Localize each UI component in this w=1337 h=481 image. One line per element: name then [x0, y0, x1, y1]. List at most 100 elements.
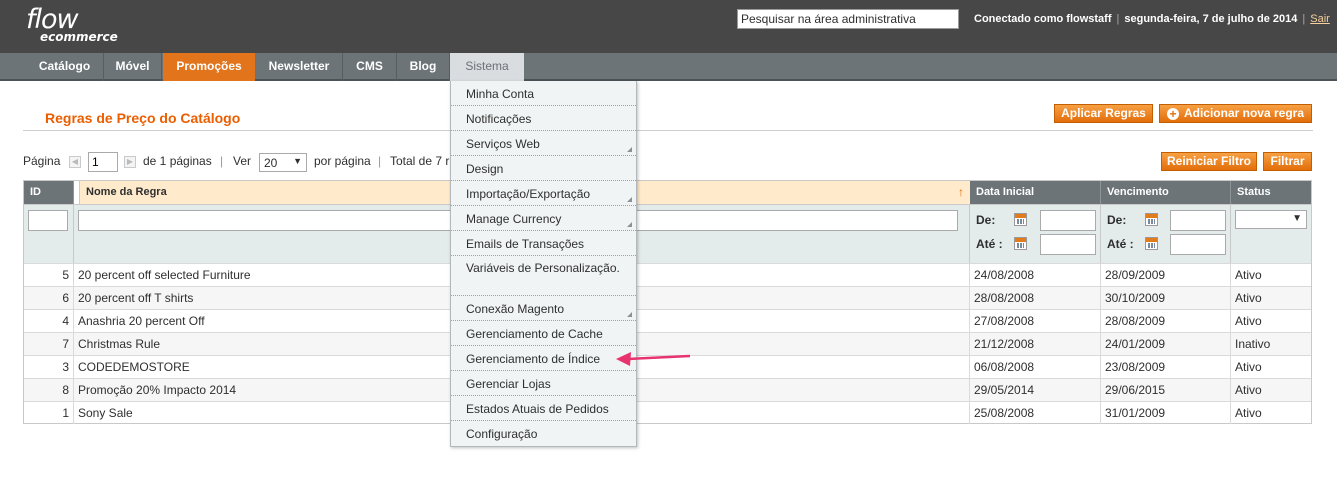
filter-cell-id [24, 204, 74, 263]
table-row[interactable]: 8 Promoção 20% Impacto 2014 29/05/2014 2… [24, 378, 1311, 401]
menu-item-emails-transacoes[interactable]: Emails de Transações [451, 231, 636, 256]
rules-grid: ID Nome da Regra ↑ Data Inicial Vencimen… [23, 180, 1312, 424]
cell-start: 28/08/2008 [970, 287, 1101, 309]
menu-item-gerenciar-lojas[interactable]: Gerenciar Lojas [451, 371, 636, 396]
per-page-select[interactable]: 20 ▼ [259, 153, 307, 172]
menu-item-label: Manage Currency [466, 212, 562, 226]
nav-item-movel[interactable]: Móvel [104, 53, 162, 81]
cell-status: Ativo [1235, 268, 1262, 282]
add-rule-button[interactable]: + Adicionar nova regra [1159, 104, 1312, 123]
menu-item-design[interactable]: Design [451, 156, 636, 181]
cell-status: Ativo [1235, 291, 1262, 305]
nav-item-sistema[interactable]: Sistema [450, 53, 524, 81]
global-search-input[interactable] [737, 9, 959, 29]
cell-status: Ativo [1235, 383, 1262, 397]
col-header-end-date[interactable]: Vencimento [1101, 181, 1231, 204]
current-date: segunda-feira, 7 de julho de 2014 [1124, 13, 1298, 25]
table-row[interactable]: 4 Anashria 20 percent Off 27/08/2008 28/… [24, 309, 1311, 332]
menu-item-index-management[interactable]: Gerenciamento de Índice [451, 346, 636, 371]
menu-item-servicos-web[interactable]: Serviços Web [451, 131, 636, 156]
menu-item-label: Gerenciamento de Índice [466, 352, 601, 366]
nav-item-newsletter[interactable]: Newsletter [256, 53, 343, 81]
header-info: Conectado como flowstaff | segunda-feira, … [974, 13, 1330, 25]
cell-end: 30/10/2009 [1101, 287, 1231, 309]
pager-separator: | [378, 154, 382, 168]
cell-id: 6 [24, 287, 74, 309]
logo-sub: ecommerce [40, 30, 118, 44]
submenu-arrow-icon [627, 222, 632, 227]
menu-item-configuracao[interactable]: Configuração [451, 421, 636, 446]
calendar-icon[interactable] [1145, 237, 1158, 250]
filter-id-input[interactable] [28, 210, 68, 231]
filter-start-to-input[interactable] [1040, 234, 1096, 255]
cell-id: 3 [24, 356, 74, 378]
menu-item-label: Variáveis de Personalização. [466, 261, 620, 275]
menu-item-manage-currency[interactable]: Manage Currency [451, 206, 636, 231]
menu-item-estados-pedidos[interactable]: Estados Atuais de Pedidos [451, 396, 636, 421]
prev-page-icon[interactable]: ◀ [69, 156, 81, 168]
table-row[interactable]: 6 20 percent off T shirts 28/08/2008 30/… [24, 286, 1311, 309]
filter-end-to-input[interactable] [1170, 234, 1226, 255]
cell-end: 31/01/2009 [1101, 402, 1231, 424]
nav-item-promocoes[interactable]: Promoções [163, 53, 255, 81]
next-page-icon[interactable]: ▶ [124, 156, 136, 168]
per-page-label: por página [314, 154, 371, 168]
plus-icon: + [1166, 108, 1179, 120]
filter-start-from-input[interactable] [1040, 210, 1096, 231]
col-header-name-label: Nome da Regra [86, 186, 167, 198]
menu-item-minha-conta[interactable]: Minha Conta [451, 81, 636, 106]
menu-item-conexao-magento[interactable]: Conexão Magento [451, 296, 636, 321]
calendar-icon[interactable] [1014, 213, 1027, 226]
cell-start: 24/08/2008 [970, 264, 1101, 286]
logo[interactable]: flow ecommerce [26, 6, 118, 43]
col-header-id[interactable]: ID [24, 181, 74, 204]
menu-item-importacao-exportacao[interactable]: Importação/Exportação [451, 181, 636, 206]
nav-item-cms[interactable]: CMS [343, 53, 397, 81]
page-number-input[interactable] [88, 152, 118, 172]
cell-end: 24/01/2009 [1101, 333, 1231, 355]
view-label: Ver [233, 154, 252, 168]
logged-in-text: Conectado como flowstaff [974, 13, 1112, 25]
nav-item-catalogo[interactable]: Catálogo [26, 53, 104, 81]
nav-item-blog[interactable]: Blog [397, 53, 450, 81]
apply-rules-button[interactable]: Aplicar Regras [1054, 104, 1153, 123]
submenu-arrow-icon [627, 147, 632, 152]
menu-item-label: Conexão Magento [466, 302, 565, 316]
menu-item-label: Gerenciamento de Cache [466, 327, 603, 341]
col-header-status[interactable]: Status [1231, 181, 1311, 204]
cell-id: 1 [24, 402, 74, 424]
cell-status: Ativo [1235, 360, 1262, 374]
cell-end: 28/09/2009 [1101, 264, 1231, 286]
filter-from-label: De: [976, 213, 996, 227]
filter-status-select[interactable]: ▼ [1235, 210, 1307, 229]
filter-end-from-input[interactable] [1170, 210, 1226, 231]
table-row[interactable]: 1 Sony Sale 25/08/2008 31/01/2009 Ativo [24, 401, 1311, 424]
total-records: Total de 7 r [390, 154, 450, 168]
menu-item-cache[interactable]: Gerenciamento de Cache [451, 321, 636, 346]
cell-end: 23/08/2009 [1101, 356, 1231, 378]
cell-id: 8 [24, 379, 74, 401]
col-header-start-date[interactable]: Data Inicial [970, 181, 1101, 204]
filter-cell-start-date: De: Até : [970, 204, 1101, 263]
menu-item-label: Importação/Exportação [466, 187, 591, 201]
filter-cell-status: ▼ [1231, 204, 1311, 263]
table-row[interactable]: 5 20 percent off selected Furniture 24/0… [24, 263, 1311, 286]
filter-from-label: De: [1107, 213, 1127, 227]
chevron-down-icon: ▼ [1292, 213, 1302, 224]
menu-item-variaveis[interactable]: Variáveis de Personalização. [451, 256, 636, 296]
per-page-value: 20 [264, 156, 278, 170]
filter-button[interactable]: Filtrar [1263, 152, 1312, 171]
main-nav: Catálogo Móvel Promoções Newsletter CMS … [0, 53, 1337, 81]
reset-filter-button[interactable]: Reiniciar Filtro [1161, 152, 1257, 171]
calendar-icon[interactable] [1014, 237, 1027, 250]
cell-id: 7 [24, 333, 74, 355]
title-divider [23, 130, 1313, 131]
menu-item-notificacoes[interactable]: Notificações [451, 106, 636, 131]
menu-item-label: Emails de Transações [466, 237, 585, 251]
sort-arrow-icon: ↑ [958, 185, 964, 199]
logo-main: flow [26, 4, 79, 35]
of-pages-text: de 1 páginas [143, 154, 212, 168]
logout-link[interactable]: Sair [1310, 13, 1330, 25]
calendar-icon[interactable] [1145, 213, 1158, 226]
header-bar: flow ecommerce Conectado como flowstaff |… [0, 0, 1337, 53]
